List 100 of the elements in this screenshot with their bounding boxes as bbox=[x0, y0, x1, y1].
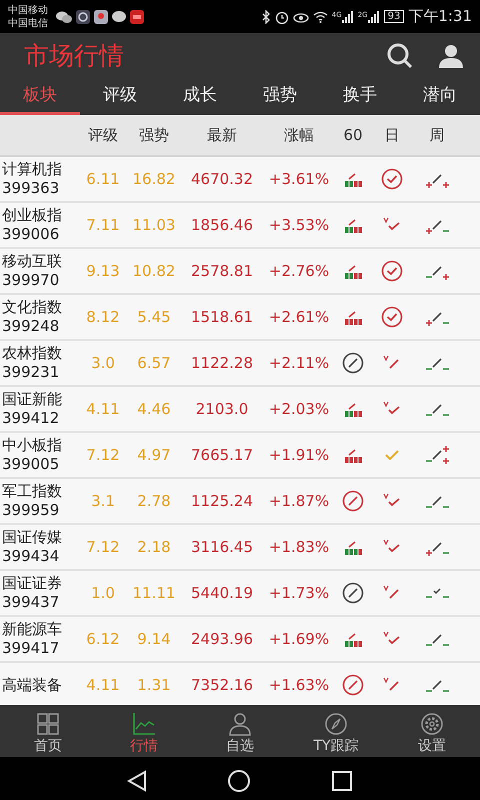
rating-value: 4.11 bbox=[86, 676, 120, 694]
index-name: 文化指数 bbox=[2, 298, 63, 317]
tab[interactable]: 成长 bbox=[160, 82, 240, 115]
home-button[interactable] bbox=[227, 769, 251, 793]
strength-value: 6.57 bbox=[137, 354, 171, 372]
strength-value: 10.82 bbox=[132, 262, 176, 280]
change-value: +2.11% bbox=[268, 354, 330, 372]
tab[interactable]: 评级 bbox=[80, 82, 160, 115]
person-icon bbox=[438, 42, 464, 68]
change-value: +1.87% bbox=[268, 492, 330, 510]
index-name: 计算机指 bbox=[2, 160, 63, 179]
price-value: 7665.17 bbox=[190, 446, 254, 464]
compass-icon bbox=[324, 712, 348, 736]
tab[interactable]: 换手 bbox=[320, 82, 400, 115]
price-value: 4670.32 bbox=[190, 170, 254, 188]
index-code: 399363 bbox=[2, 179, 60, 198]
back-button[interactable] bbox=[127, 770, 147, 792]
index-code: 399434 bbox=[2, 547, 60, 566]
change-value: +2.76% bbox=[268, 262, 330, 280]
rating-value: 6.11 bbox=[86, 170, 120, 188]
column-header: 周 bbox=[430, 126, 444, 144]
index-name: 农林指数 bbox=[2, 344, 63, 363]
app-icon bbox=[94, 10, 108, 24]
chat-bubbles-icon bbox=[56, 10, 72, 22]
index-code: 399248 bbox=[2, 317, 60, 336]
battery-level: 93 bbox=[384, 10, 404, 23]
column-header: 日 bbox=[384, 126, 400, 144]
rating-value: 1.0 bbox=[91, 584, 115, 602]
index-name: 移动互联 bbox=[2, 252, 63, 271]
index-name: 中小板指 bbox=[2, 436, 63, 455]
price-value: 1518.61 bbox=[190, 308, 254, 326]
nav-tab[interactable]: 设置 bbox=[384, 705, 480, 757]
signal-icon bbox=[368, 10, 380, 22]
app-icon bbox=[130, 10, 144, 24]
column-header: 评级 bbox=[88, 126, 118, 144]
price-value: 1122.28 bbox=[190, 354, 254, 372]
rating-value: 9.13 bbox=[86, 262, 120, 280]
change-value: +3.53% bbox=[268, 216, 330, 234]
index-code: 399959 bbox=[2, 501, 60, 520]
carrier-name: 中国电信 bbox=[8, 16, 48, 30]
rating-value: 8.12 bbox=[86, 308, 120, 326]
line-chart-icon bbox=[132, 712, 156, 736]
change-value: +2.03% bbox=[268, 400, 330, 418]
bluetooth-icon bbox=[260, 10, 271, 24]
column-header: 强势 bbox=[139, 126, 169, 144]
strength-value: 9.14 bbox=[137, 630, 171, 648]
clock-time: 下午1:31 bbox=[408, 6, 472, 28]
change-value: +3.61% bbox=[268, 170, 330, 188]
change-value: +1.83% bbox=[268, 538, 330, 556]
nav-tab[interactable]: 首页 bbox=[0, 705, 96, 757]
index-code: 399006 bbox=[2, 225, 60, 244]
rating-value: 7.11 bbox=[86, 216, 120, 234]
column-header: 60 bbox=[343, 126, 363, 144]
nav-tab[interactable]: 自选 bbox=[192, 705, 288, 757]
page-title: 市场行情 bbox=[24, 40, 125, 72]
strength-value: 16.82 bbox=[132, 170, 176, 188]
change-value: +1.73% bbox=[268, 584, 330, 602]
search-icon bbox=[386, 42, 414, 70]
index-name: 新能源车 bbox=[2, 620, 63, 639]
rating-value: 7.12 bbox=[86, 446, 120, 464]
index-code: 399412 bbox=[2, 409, 60, 428]
index-code: 399417 bbox=[2, 639, 60, 658]
wifi-icon bbox=[312, 10, 328, 22]
strength-value: 5.45 bbox=[137, 308, 171, 326]
tab[interactable]: 潜向 bbox=[400, 82, 480, 115]
index-code: 399970 bbox=[2, 271, 60, 290]
index-code: 399437 bbox=[2, 593, 60, 612]
signal-icon bbox=[342, 10, 354, 22]
app-icon bbox=[76, 10, 90, 24]
rating-value: 4.11 bbox=[86, 400, 120, 418]
index-name: 创业板指 bbox=[2, 206, 63, 225]
strength-value: 2.18 bbox=[137, 538, 171, 556]
price-value: 2103.0 bbox=[196, 400, 248, 418]
eye-icon bbox=[292, 10, 309, 22]
price-value: 3116.45 bbox=[190, 538, 254, 556]
rating-value: 3.1 bbox=[91, 492, 115, 510]
index-name: 国证传媒 bbox=[2, 528, 63, 547]
tab[interactable]: 强势 bbox=[240, 82, 320, 115]
index-code: 399005 bbox=[2, 455, 60, 474]
search-button[interactable] bbox=[386, 42, 414, 70]
nav-tab[interactable]: TY跟踪 bbox=[288, 705, 384, 757]
strength-value: 1.31 bbox=[137, 676, 171, 694]
profile-button[interactable] bbox=[438, 42, 464, 68]
column-header: 最新 bbox=[207, 126, 237, 144]
message-icon bbox=[112, 10, 126, 22]
person-icon bbox=[228, 712, 252, 736]
strength-value: 4.97 bbox=[137, 446, 171, 464]
home-icon bbox=[227, 769, 251, 793]
index-name: 国证证券 bbox=[2, 574, 63, 593]
settings-icon bbox=[420, 712, 444, 736]
strength-value: 4.46 bbox=[137, 400, 171, 418]
recents-button[interactable] bbox=[331, 770, 353, 792]
change-value: +2.61% bbox=[268, 308, 330, 326]
rating-value: 3.0 bbox=[91, 354, 115, 372]
rating-value: 6.12 bbox=[86, 630, 120, 648]
column-header: 涨幅 bbox=[284, 126, 314, 144]
price-value: 7352.16 bbox=[190, 676, 254, 694]
price-value: 1125.24 bbox=[190, 492, 254, 510]
price-value: 2493.96 bbox=[190, 630, 254, 648]
strength-value: 11.11 bbox=[132, 584, 176, 602]
